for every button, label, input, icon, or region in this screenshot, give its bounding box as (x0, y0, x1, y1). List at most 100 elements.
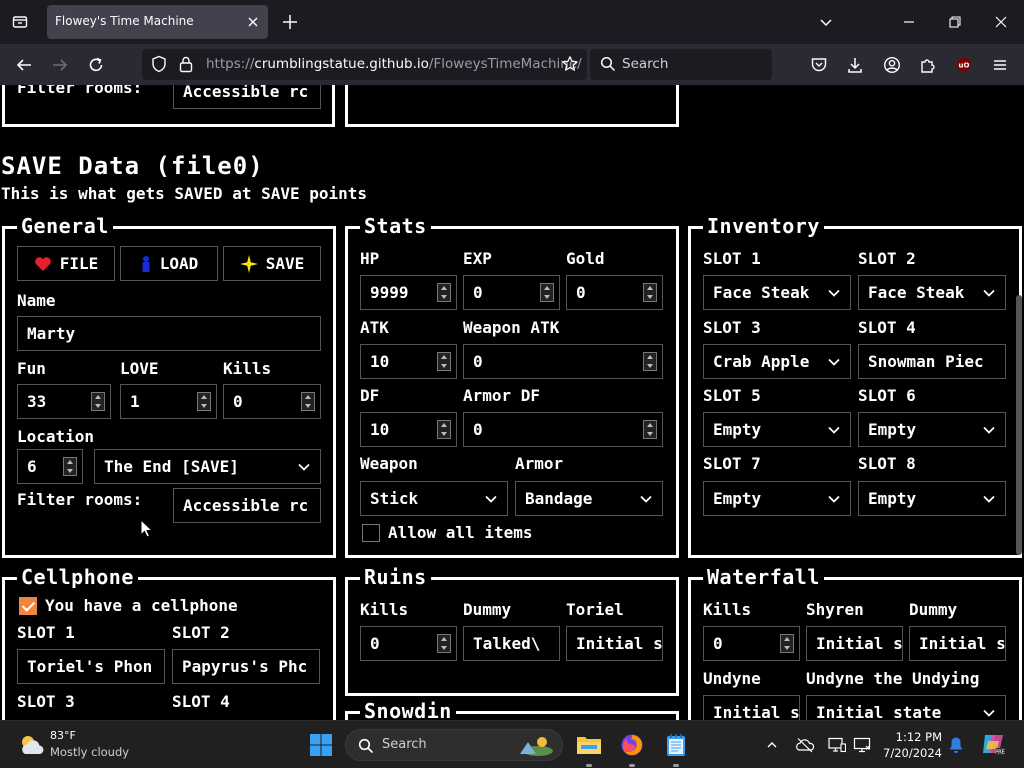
top-filter-rooms-input[interactable]: Accessible rc (173, 85, 321, 109)
waterfall-undying-select[interactable]: Initial state (806, 695, 1006, 720)
browser-tab[interactable]: Flowey's Time Machine (47, 5, 268, 39)
location-select-value: The End [SAVE] (104, 457, 239, 476)
bookmark-star-icon[interactable] (561, 55, 579, 77)
tracking-protection-icon[interactable] (150, 55, 168, 77)
reload-icon[interactable] (85, 54, 107, 76)
chevron-down-icon (828, 358, 840, 366)
armor-df-stepper[interactable] (643, 420, 657, 439)
location-stepper[interactable] (63, 457, 77, 476)
pocket-icon[interactable] (808, 54, 830, 76)
ublock-origin-icon[interactable]: uO (953, 54, 975, 76)
restore-icon[interactable] (945, 12, 965, 32)
url-host: crumblingstatue.github.io (254, 56, 429, 72)
kills-input[interactable]: 0 (223, 384, 321, 419)
notification-bell-icon[interactable] (946, 735, 966, 755)
page-scrollbar[interactable] (1016, 295, 1022, 555)
inventory-slot-1-select[interactable]: Face Steak (703, 275, 851, 310)
taskbar-search[interactable]: Search (345, 729, 563, 761)
chevron-down-icon (983, 709, 995, 717)
inventory-slot-6-select[interactable]: Empty (858, 412, 1006, 447)
df-input[interactable]: 10 (360, 412, 457, 447)
taskbar-clock[interactable]: 1:12 PM 7/20/2024 (880, 729, 942, 761)
inventory-slot-2-select[interactable]: Face Steak (858, 275, 1006, 310)
firefox-icon[interactable] (617, 730, 647, 760)
tab-close-icon[interactable] (246, 14, 260, 28)
url-text[interactable]: https://crumblingstatue.github.io/Flowey… (206, 56, 582, 72)
waterfall-kills-stepper[interactable] (780, 634, 794, 653)
app-menu-icon[interactable] (989, 54, 1011, 76)
weapon-atk-stepper[interactable] (643, 352, 657, 371)
ruins-toriel-select[interactable]: Initial s (566, 626, 663, 661)
file-explorer-icon[interactable] (574, 730, 604, 760)
location-select[interactable]: The End [SAVE] (94, 449, 321, 484)
atk-input[interactable]: 10 (360, 344, 457, 379)
weather-widget[interactable]: 83°F Mostly cloudy (18, 729, 138, 763)
fun-stepper[interactable] (91, 392, 105, 411)
weapon-atk-input[interactable]: 0 (463, 344, 663, 379)
minimize-icon[interactable] (899, 12, 919, 32)
gold-input[interactable]: 0 (566, 275, 663, 310)
ruins-kills-stepper[interactable] (437, 634, 451, 653)
inventory-slot-7-select[interactable]: Empty (703, 481, 851, 516)
waterfall-dummy-select[interactable]: Initial s (909, 626, 1006, 661)
url-bar[interactable]: https://crumblingstatue.github.io/Flowey… (142, 49, 587, 80)
armor-df-input[interactable]: 0 (463, 412, 663, 447)
location-number-input[interactable]: 6 (17, 449, 83, 484)
inventory-slot-4-input[interactable]: Snowman Piec (858, 344, 1006, 379)
kills-stepper[interactable] (301, 392, 315, 411)
inventory-slot-label: SLOT 4 (858, 318, 916, 337)
df-label: DF (360, 386, 380, 405)
windows-start-icon[interactable] (306, 730, 336, 760)
onedrive-offline-icon[interactable] (795, 735, 815, 755)
search-bar[interactable]: Search (590, 49, 772, 80)
armor-select[interactable]: Bandage (515, 481, 663, 516)
account-icon[interactable] (881, 54, 903, 76)
forward-icon[interactable] (49, 54, 71, 76)
atk-value: 10 (370, 352, 390, 371)
filter-rooms-input[interactable]: Accessible rc (173, 488, 321, 523)
has-cellphone-checkbox[interactable] (19, 597, 37, 615)
exp-stepper[interactable] (540, 283, 554, 302)
ruins-dummy-select[interactable]: Talked\ (463, 626, 560, 661)
gold-stepper[interactable] (643, 283, 657, 302)
file-button[interactable]: FILE (17, 246, 115, 281)
cellphone-slot-1[interactable]: Toriel's Phon (17, 649, 165, 684)
display-icon[interactable] (827, 735, 847, 755)
hp-input[interactable]: 9999 (360, 275, 457, 310)
fun-input[interactable]: 33 (17, 384, 111, 419)
waterfall-undyne-select[interactable]: Initial s (703, 695, 800, 720)
save-button[interactable]: SAVE (223, 246, 321, 281)
close-window-icon[interactable] (991, 12, 1011, 32)
copilot-icon[interactable]: PRE (980, 731, 1006, 757)
inventory-slot-8-select[interactable]: Empty (858, 481, 1006, 516)
load-button-label: LOAD (159, 254, 199, 273)
running-indicator (629, 764, 635, 767)
tab-list-icon[interactable] (8, 10, 32, 34)
lock-icon[interactable] (178, 55, 194, 77)
kills-value: 0 (233, 392, 243, 411)
extensions-icon[interactable] (917, 54, 939, 76)
ruins-kills-input[interactable]: 0 (360, 626, 457, 661)
cellphone-slot-2[interactable]: Papyrus's Phc (172, 649, 320, 684)
df-stepper[interactable] (437, 420, 451, 439)
love-input[interactable]: 1 (120, 384, 217, 419)
love-stepper[interactable] (197, 392, 211, 411)
network-icon[interactable] (852, 735, 872, 755)
load-button[interactable]: LOAD (120, 246, 218, 281)
inventory-slot-5-select[interactable]: Empty (703, 412, 851, 447)
waterfall-kills-input[interactable]: 0 (703, 626, 800, 661)
waterfall-shyren-select[interactable]: Initial s (806, 626, 903, 661)
atk-stepper[interactable] (437, 352, 451, 371)
notepad-icon[interactable] (661, 730, 691, 760)
allow-all-items-checkbox[interactable] (362, 524, 380, 542)
downloads-icon[interactable] (844, 54, 866, 76)
weapon-select[interactable]: Stick (360, 481, 508, 516)
tab-overflow-chevron-icon[interactable] (816, 12, 836, 32)
new-tab-icon[interactable] (280, 12, 300, 32)
show-hidden-icons-chevron-icon[interactable] (762, 735, 782, 755)
hp-stepper[interactable] (437, 283, 451, 302)
name-input[interactable]: Marty (17, 316, 321, 351)
back-icon[interactable] (13, 54, 35, 76)
inventory-slot-3-select[interactable]: Crab Apple (703, 344, 851, 379)
exp-input[interactable]: 0 (463, 275, 560, 310)
